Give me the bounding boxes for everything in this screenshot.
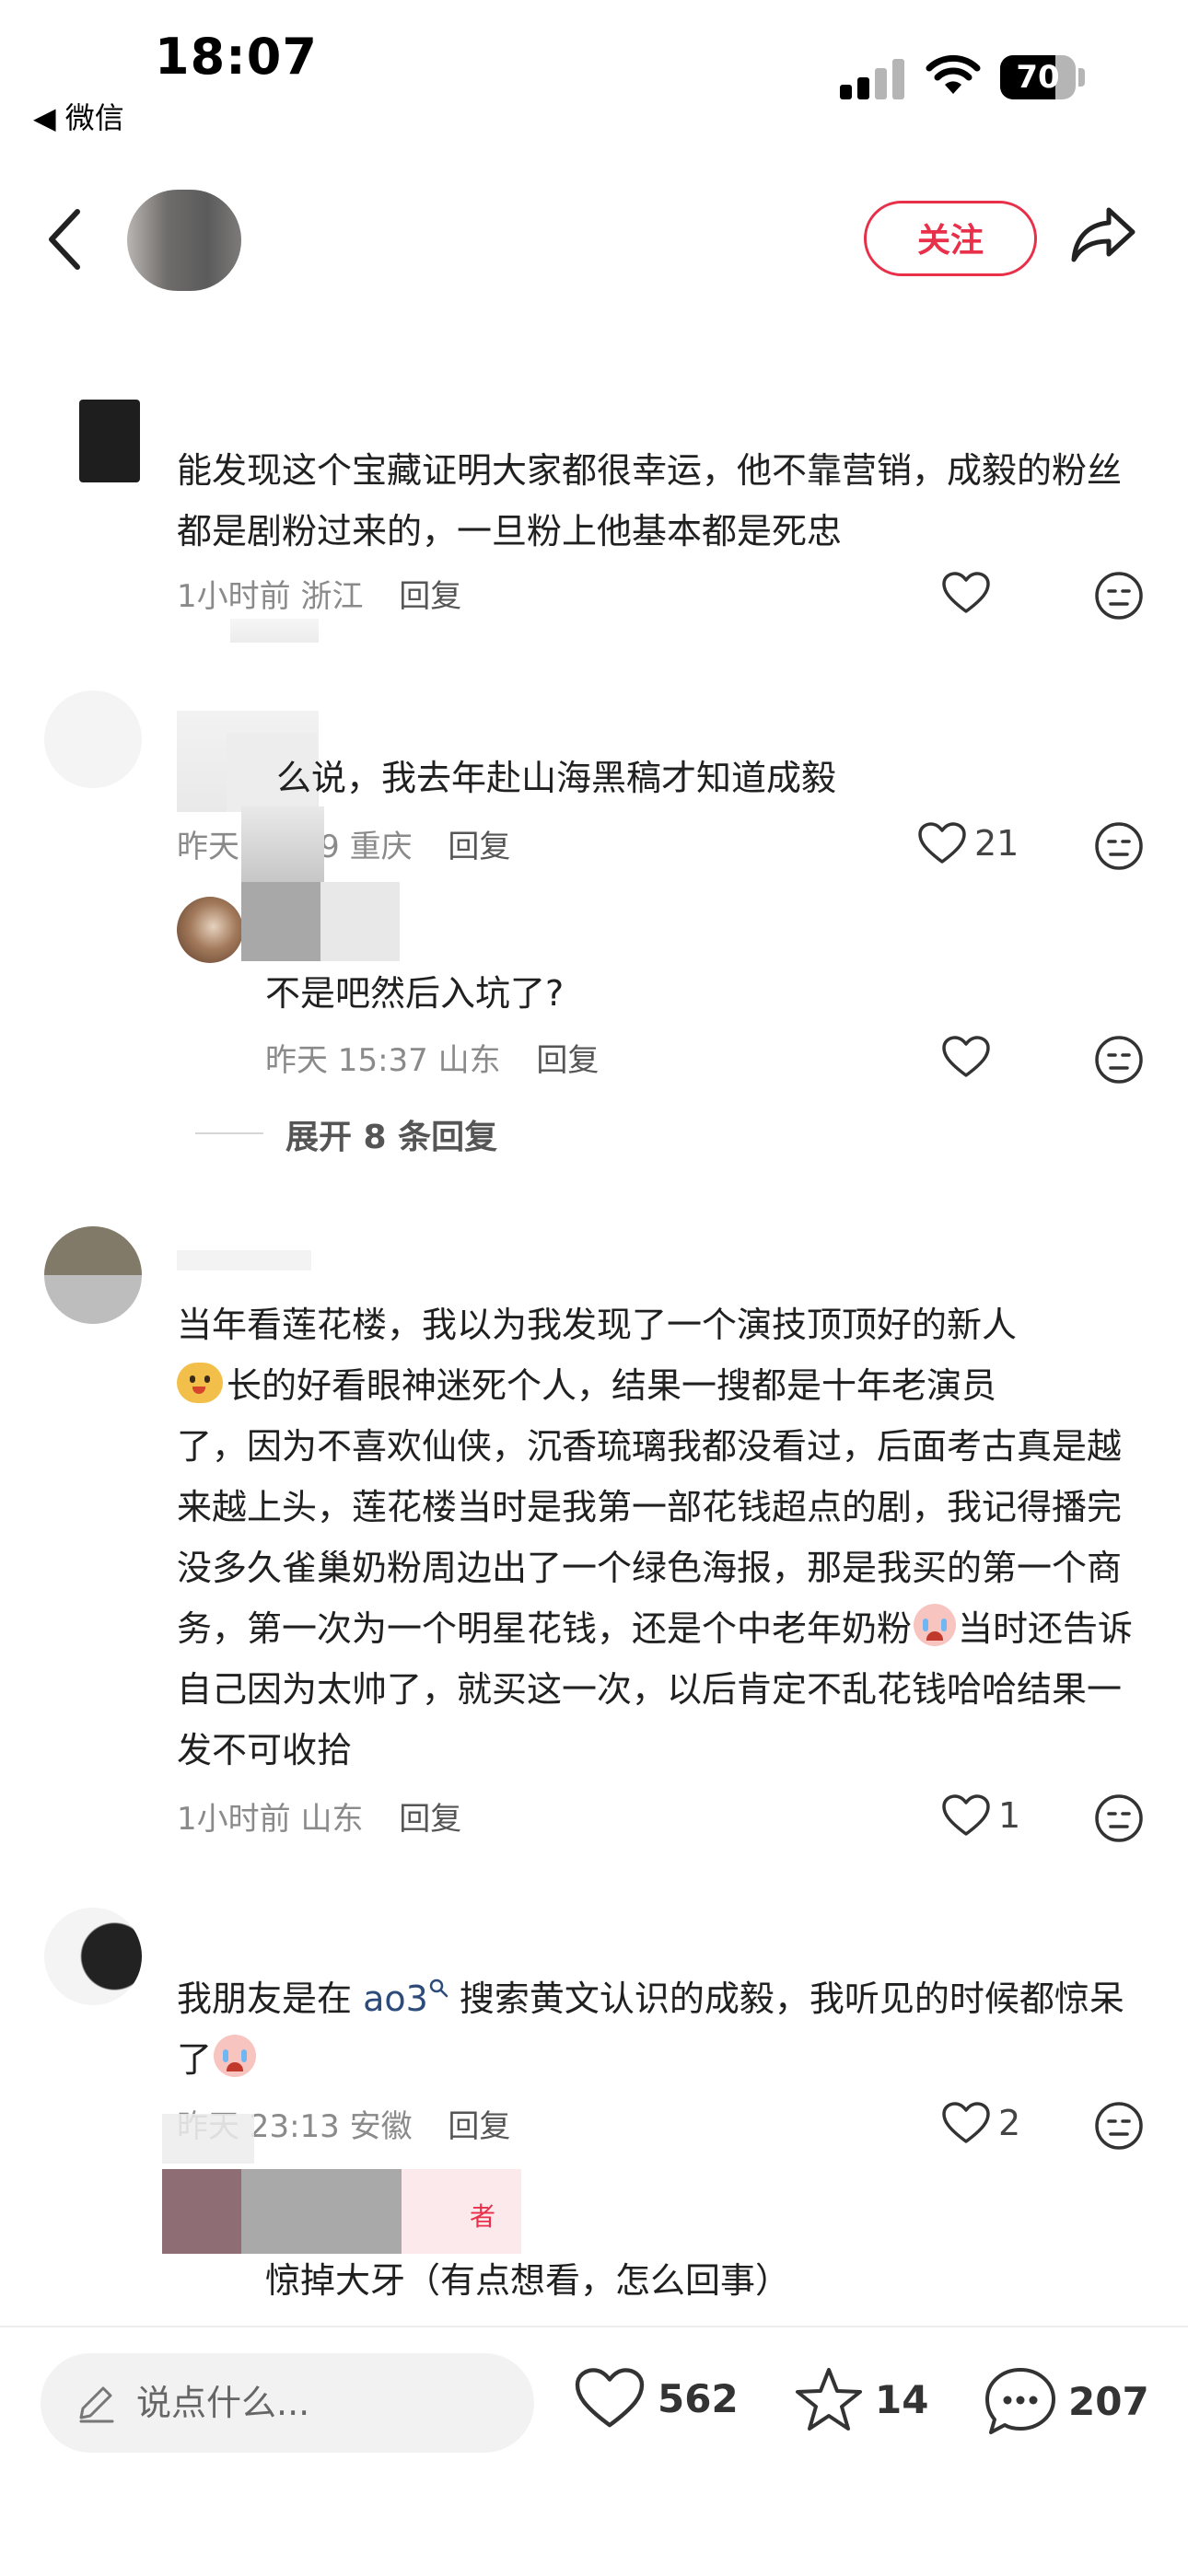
comment-time: 1小时前 <box>177 1801 291 1838</box>
expand-replies-button[interactable]: 展开 8 条回复 <box>285 1110 497 1158</box>
heart-icon <box>942 2102 990 2143</box>
comment-meta: 1小时前 浙江 回复 <box>177 571 461 616</box>
post-comment-count: 207 <box>1068 2378 1149 2424</box>
like-count: 21 <box>974 823 1019 864</box>
author-avatar[interactable] <box>127 190 241 291</box>
commenter-avatar[interactable] <box>44 1226 142 1324</box>
dislike-face-icon[interactable] <box>1094 571 1144 621</box>
like-count: 2 <box>998 2103 1021 2143</box>
wifi-icon <box>926 54 981 94</box>
battery-level: 70 <box>1016 59 1060 96</box>
blurred-username <box>162 2169 243 2254</box>
dislike-face-icon[interactable] <box>1094 1793 1144 1843</box>
comment-like-button[interactable]: 2 <box>941 2101 1020 2145</box>
comment-like-button[interactable]: 21 <box>917 821 1019 865</box>
commenter-avatar[interactable] <box>44 690 142 788</box>
blurred-username <box>402 2169 521 2254</box>
post-like-button[interactable]: 562 <box>573 2366 739 2431</box>
bun-emoji-icon <box>177 1363 223 1403</box>
post-comment-button[interactable]: 207 <box>984 2366 1149 2436</box>
follow-button[interactable]: 关注 <box>864 201 1037 276</box>
heart-icon <box>942 572 990 613</box>
comment-input[interactable]: 说点什么... <box>41 2353 534 2453</box>
comment-location: 重庆 <box>349 829 413 865</box>
heart-icon <box>942 1794 990 1836</box>
reply-time: 昨天 15:37 <box>265 1042 428 1079</box>
share-icon[interactable] <box>1068 204 1138 265</box>
crying-emoji-icon <box>214 2035 257 2077</box>
crying-emoji-icon <box>914 1604 957 1646</box>
comment-meta: 1小时前 山东 回复 <box>177 1793 461 1839</box>
comment-location: 浙江 <box>300 578 364 615</box>
comment-like-button[interactable]: 1 <box>941 1793 1020 1838</box>
comment-text: 么说，我去年赴山海黑稿才知道成毅 <box>276 758 837 798</box>
battery-tip <box>1078 68 1085 87</box>
blurred-username <box>241 882 400 961</box>
pencil-icon <box>79 2386 114 2423</box>
reply-avatar[interactable] <box>177 897 243 963</box>
heart-icon <box>942 1036 990 1077</box>
comment-input-placeholder: 说点什么... <box>136 2383 310 2423</box>
search-link[interactable]: ao3 <box>363 1978 428 2019</box>
like-count: 1 <box>998 1795 1021 1836</box>
post-favorite-button[interactable]: 14 <box>794 2366 928 2432</box>
expand-divider <box>195 1132 263 1134</box>
comment-location: 安徽 <box>349 2108 413 2145</box>
dislike-face-icon[interactable] <box>1094 1035 1144 1085</box>
back-arrow-icon[interactable] <box>44 206 85 273</box>
reply-meta: 昨天 15:37 山东 回复 <box>265 1035 599 1080</box>
comment-text: 我朋友是在 ao3 搜索黄文认识的成毅，我听见的时候都惊呆了 <box>177 1978 1124 2080</box>
dislike-face-icon[interactable] <box>1094 821 1144 871</box>
reply-like-button[interactable] <box>941 1035 991 1079</box>
post-favorite-count: 14 <box>875 2376 929 2422</box>
reply-button[interactable]: 回复 <box>399 1801 461 1838</box>
back-to-wechat[interactable]: ◀ 微信 <box>33 95 124 137</box>
blurred-username <box>177 1250 311 1271</box>
battery-icon: 70 <box>1000 55 1076 99</box>
star-icon <box>796 2368 862 2431</box>
heart-icon <box>918 822 966 864</box>
reply-button[interactable]: 回复 <box>536 1042 599 1079</box>
comment-like-button[interactable] <box>941 571 991 615</box>
signal-icon <box>840 59 904 99</box>
commenter-avatar[interactable] <box>79 400 140 482</box>
search-icon <box>429 1978 448 1998</box>
heart-icon <box>575 2368 645 2428</box>
comment-time: 1小时前 <box>177 578 291 615</box>
status-time: 18:07 <box>155 28 318 86</box>
comment-bubble-icon <box>985 2368 1055 2434</box>
comment-text: 能发现这个宝藏证明大家都很幸运，他不靠营销，成毅的粉丝都是剧粉过来的，一旦粉上他… <box>177 450 1123 551</box>
reply-button[interactable]: 回复 <box>399 578 461 615</box>
blurred-username <box>162 2114 254 2164</box>
reply-button[interactable]: 回复 <box>448 829 510 865</box>
comment-text: 当年看莲花楼，我以为我发现了一个演技顶顶好的新人 长的好看眼神迷死个人，结果一搜… <box>177 1305 1134 1770</box>
comment-meta: 昨天 15:09 重庆 回复 <box>177 821 510 866</box>
author-badge: 者 <box>470 2201 496 2232</box>
commenter-avatar[interactable] <box>44 1908 142 2005</box>
blurred-username <box>241 2169 402 2254</box>
blurred-region <box>230 619 319 643</box>
post-like-count: 562 <box>658 2375 739 2421</box>
reply-text: 惊掉大牙（有点想看，怎么回事） <box>265 2260 791 2301</box>
reply-button[interactable]: 回复 <box>448 2108 510 2145</box>
comment-location: 山东 <box>300 1801 364 1838</box>
reply-location: 山东 <box>437 1042 501 1079</box>
reply-text: 不是吧然后入坑了? <box>265 973 565 1014</box>
dislike-face-icon[interactable] <box>1094 2101 1144 2151</box>
